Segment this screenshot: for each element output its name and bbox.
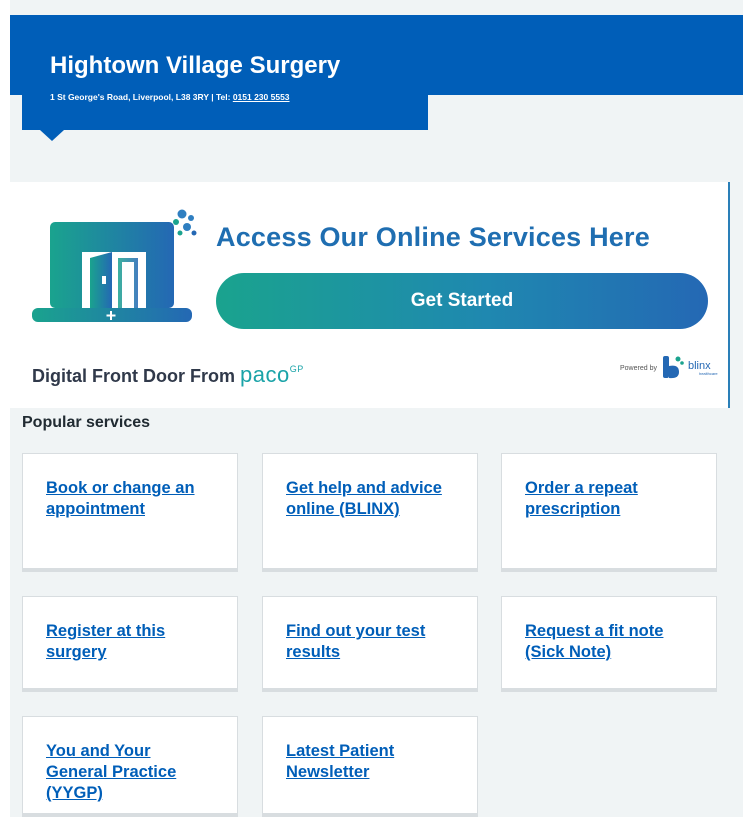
digital-front-door-text: Digital Front Door From [32,366,235,386]
banner-edge [728,182,730,408]
paco-logo-sup: GP [289,364,304,374]
service-card[interactable]: Register at this surgery [22,596,238,692]
service-card[interactable]: You and Your General Practice (YYGP) [22,716,238,817]
service-card[interactable]: Book or change an appointment [22,453,238,572]
service-link[interactable]: Order a repeat prescription [525,478,694,520]
header-pointer [40,130,64,141]
service-link[interactable]: Latest Patient Newsletter [286,741,455,783]
blinx-tagline: healthcare [698,370,718,376]
site-header: Hightown Village Surgery 1 St George's R… [22,30,428,130]
service-card[interactable]: Latest Patient Newsletter [262,716,478,817]
powered-by-blinx: Powered by blinx healthcare [620,354,718,382]
blinx-logo-icon [662,356,684,379]
service-link[interactable]: Register at this surgery [46,621,215,663]
blinx-wordmark: blinx healthcare [685,359,718,376]
paco-logo: pacoGP [240,362,304,388]
address-text: 1 St George's Road, Liverpool, L38 3RY |… [50,92,231,102]
contact-line: 1 St George's Road, Liverpool, L38 3RY |… [50,92,400,102]
site-title[interactable]: Hightown Village Surgery [50,52,400,80]
digital-front-door-label: Digital Front Door From pacoGP [32,362,304,388]
get-started-button[interactable]: Get Started [216,273,708,329]
powered-by-text: Powered by [620,364,657,372]
service-card[interactable]: Request a fit note (Sick Note) [501,596,717,692]
service-card[interactable]: Order a repeat prescription [501,453,717,572]
paco-logo-text: paco [239,362,290,387]
online-services-banner[interactable]: Access Our Online Services Here Get Star… [10,182,730,408]
service-link[interactable]: Get help and advice online (BLINX) [286,478,455,520]
banner-headline: Access Our Online Services Here [216,222,650,252]
service-link[interactable]: Request a fit note (Sick Note) [525,621,694,663]
phone-link[interactable]: 0151 230 5553 [233,92,290,102]
service-card[interactable]: Get help and advice online (BLINX) [262,453,478,572]
laptop-door-icon [32,209,197,322]
popular-services-heading: Popular services [22,414,151,431]
service-link[interactable]: Book or change an appointment [46,478,215,520]
service-link[interactable]: You and Your General Practice (YYGP) [46,741,215,804]
service-link[interactable]: Find out your test results [286,621,455,663]
service-card[interactable]: Find out your test results [262,596,478,692]
blinx-wordmark-text: blinx [687,359,711,372]
